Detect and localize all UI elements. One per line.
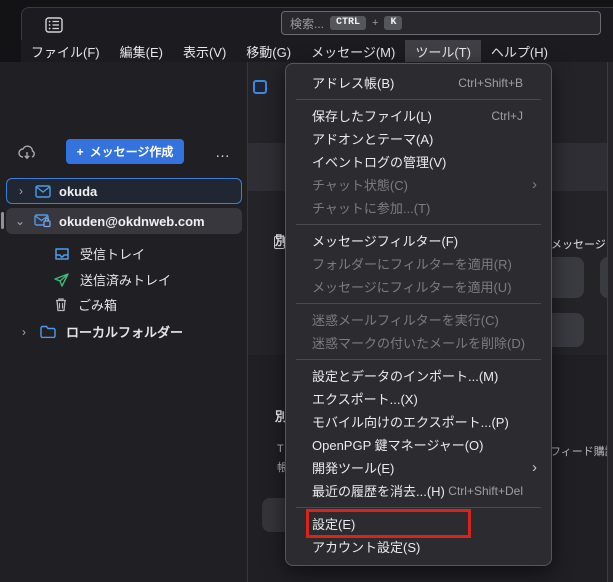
shortcut-label: Ctrl+Shift+Del (448, 484, 523, 498)
menu-item-saved-files[interactable]: 保存したファイル(L) Ctrl+J (286, 104, 551, 127)
submenu-chevron-icon: › (532, 460, 537, 475)
folder-icon (40, 325, 56, 338)
kbd-k-badge: K (384, 16, 402, 30)
account-row-okuda[interactable]: › okuda (6, 178, 242, 204)
menu-item-run-filters-on-folder: フォルダーにフィルターを適用(R) (286, 252, 551, 275)
paragraph-fragment: フィード購読、 (550, 443, 613, 459)
menu-item-address-book[interactable]: アドレス帳(B) Ctrl+Shift+B (286, 71, 551, 94)
active-account-indicator (1, 212, 4, 229)
submenu-chevron-icon: › (532, 177, 537, 192)
menu-separator (296, 224, 541, 225)
sidebar-toggle-button[interactable] (43, 15, 65, 35)
folder-pane-options-button[interactable]: … (210, 140, 236, 164)
folder-row-trash[interactable]: ごみ箱 (6, 293, 242, 316)
menu-separator (296, 99, 541, 100)
menu-go[interactable]: 移動(G) (236, 40, 301, 62)
shortcut-label: Ctrl+Shift+B (458, 76, 523, 90)
menu-item-clear-recent-history[interactable]: 最近の履歴を消去...(H) Ctrl+Shift+Del (286, 479, 551, 502)
menu-item-join-chat: チャットに参加...(T) (286, 196, 551, 219)
menu-item-developer-tools[interactable]: 開発ツール(E) › (286, 456, 551, 479)
menu-item-message-filters[interactable]: メッセージフィルター(F) (286, 229, 551, 252)
menu-item-account-settings[interactable]: アカウント設定(S) (286, 535, 551, 558)
chevron-right-icon[interactable]: › (15, 184, 27, 198)
get-messages-button[interactable] (14, 140, 40, 164)
account-name: okuden@okdnweb.com (59, 214, 205, 229)
mail-account-icon (35, 185, 51, 198)
trash-icon (54, 297, 68, 312)
account-row-okuden[interactable]: ⌄ okuden@okdnweb.com (6, 208, 242, 234)
folder-label: 送信済みトレイ (80, 270, 171, 289)
chevron-down-icon[interactable]: ⌄ (14, 214, 26, 228)
menu-file[interactable]: ファイル(F) (21, 40, 110, 62)
menu-item-export-for-mobile[interactable]: モバイル向けのエクスポート...(P) (286, 410, 551, 433)
folder-label: 受信トレイ (80, 244, 145, 263)
compose-message-button[interactable]: + メッセージ作成 (66, 139, 184, 164)
menu-separator (296, 507, 541, 508)
menu-bar: ファイル(F) 編集(E) 表示(V) 移動(G) メッセージ(M) ツール(T… (21, 40, 613, 62)
menu-item-chat-status: チャット状態(C) › (286, 173, 551, 196)
unified-toolbar: 検索... CTRL + K (0, 0, 613, 40)
folder-label: ごみ箱 (78, 295, 117, 314)
tools-dropdown-menu: アドレス帳(B) Ctrl+Shift+B 保存したファイル(L) Ctrl+J… (285, 63, 552, 566)
menu-item-openpgp-key-manager[interactable]: OpenPGP 鍵マネージャー(O) (286, 433, 551, 456)
folder-row-local-folders[interactable]: › ローカルフォルダー (6, 320, 242, 343)
menu-item-delete-junk-mail: 迷惑マークの付いたメールを削除(D) (286, 331, 551, 354)
search-hint-text: メッセージを検 (551, 236, 613, 252)
menu-message[interactable]: メッセージ(M) (301, 40, 405, 62)
search-placeholder: 検索... (290, 15, 324, 32)
shortcut-label: Ctrl+J (491, 109, 523, 123)
kbd-plus-sign: + (372, 17, 378, 29)
folder-row-inbox[interactable]: 受信トレイ (6, 242, 242, 265)
ellipsis-icon: … (215, 144, 231, 161)
menu-view[interactable]: 表示(V) (173, 40, 236, 62)
mail-account-lock-icon (34, 214, 51, 228)
menu-help[interactable]: ヘルプ(H) (481, 40, 558, 62)
menu-separator (296, 359, 541, 360)
sidebar-toggle-icon (45, 17, 63, 33)
menu-tools[interactable]: ツール(T) (405, 40, 481, 62)
plus-icon: + (77, 145, 84, 159)
menu-item-run-filters-on-message: メッセージにフィルターを適用(U) (286, 275, 551, 298)
scrollbar[interactable] (607, 62, 613, 582)
sent-icon (54, 273, 70, 287)
paragraph-fragment: T (277, 443, 284, 455)
compose-label: メッセージ作成 (90, 143, 174, 160)
account-name: okuda (59, 184, 97, 199)
menu-item-run-junk-controls: 迷惑メールフィルターを実行(C) (286, 308, 551, 331)
menu-item-activity-manager[interactable]: イベントログの管理(V) (286, 150, 551, 173)
inbox-icon (54, 247, 70, 261)
thunderbird-window: 検索... CTRL + K ファイル(F) 編集(E) 表示(V) 移動(G)… (0, 0, 613, 582)
chevron-right-icon[interactable]: › (18, 325, 30, 339)
folder-pane: + メッセージ作成 … › okuda ⌄ (0, 62, 248, 582)
menu-item-import-settings-data[interactable]: 設定とデータのインポート...(M) (286, 364, 551, 387)
account-tab-icon (253, 80, 267, 94)
menu-item-export[interactable]: エクスポート...(X) (286, 387, 551, 410)
folder-row-sent[interactable]: 送信済みトレイ (6, 268, 242, 291)
menu-item-settings[interactable]: 設定(E) (286, 512, 551, 535)
menu-item-addons-themes[interactable]: アドオンとテーマ(A) (286, 127, 551, 150)
folder-label: ローカルフォルダー (66, 322, 183, 341)
menu-separator (296, 303, 541, 304)
menu-edit[interactable]: 編集(E) (110, 40, 173, 62)
global-search-input[interactable]: 検索... CTRL + K (281, 11, 601, 35)
kbd-ctrl-badge: CTRL (330, 16, 366, 30)
cloud-download-icon (18, 145, 36, 160)
